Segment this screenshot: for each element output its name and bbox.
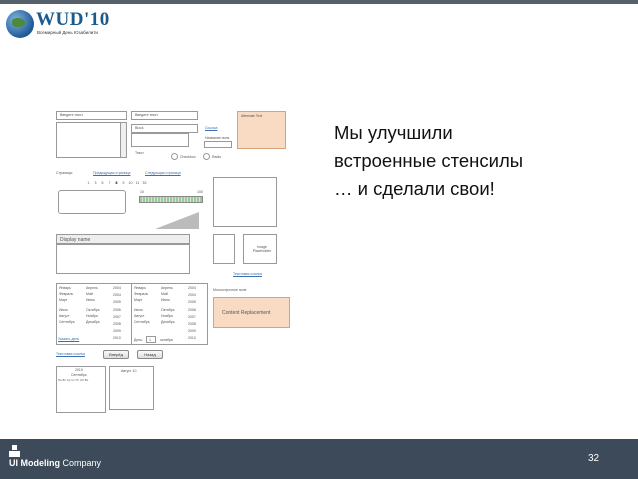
month-item[interactable]: Май — [161, 292, 168, 296]
folder-shape — [213, 177, 277, 227]
year-item[interactable]: 2007 — [113, 315, 121, 319]
top-border — [0, 0, 638, 4]
text-link[interactable]: Текстовая ссылка — [233, 272, 262, 276]
year-item[interactable]: 2005 — [188, 300, 196, 304]
month-item[interactable]: Сентябрь — [134, 320, 150, 324]
month-item[interactable]: Июль — [59, 308, 68, 312]
field-input[interactable] — [204, 141, 232, 148]
next-page-link[interactable]: Следующая страница — [145, 171, 181, 175]
month-item[interactable]: Июнь — [86, 298, 95, 302]
range-slider[interactable] — [139, 196, 203, 203]
month-item[interactable]: Октябрь — [86, 308, 100, 312]
dropdown-list[interactable] — [131, 133, 189, 147]
checkbox-label: Checkbox — [180, 155, 196, 159]
alternate-text-box: Alternate Text — [237, 111, 286, 149]
month-item[interactable]: Август — [59, 314, 70, 318]
text-link-2[interactable]: Текстовая ссылка — [56, 352, 85, 356]
year-item[interactable]: 2009 — [113, 329, 121, 333]
year-item[interactable]: 2005 — [113, 300, 121, 304]
calendar-1[interactable]: 2010 Сентябрь Пн Вт Ср Чт Пт Сб Вс — [56, 366, 106, 413]
slider-min: 10 — [140, 190, 144, 194]
dropdown-block[interactable]: Block — [131, 124, 198, 133]
headline-line-3: … и сделали свои! — [334, 178, 495, 199]
month-item[interactable]: Апрель — [161, 286, 173, 290]
month-item[interactable]: Март — [59, 298, 67, 302]
month-item[interactable]: Апрель — [86, 286, 98, 290]
month-item[interactable]: Декабрь — [86, 320, 100, 324]
page-numbers[interactable]: 1 3 5 7 8 9 10 11 33 — [85, 181, 148, 185]
listbox[interactable] — [56, 244, 190, 274]
text-input-2[interactable]: Введите текст — [131, 111, 198, 120]
calendar-2[interactable]: Август 10 — [109, 366, 154, 410]
year-item[interactable]: 2010 — [188, 336, 196, 340]
headline: Мы улучшили встроенные стенсилы … и сдел… — [334, 119, 594, 203]
logo-title: WUD'10 — [36, 9, 110, 30]
month-item[interactable]: Февраль — [59, 292, 73, 296]
day-input[interactable]: 1 — [146, 336, 156, 343]
slider-max: 100 — [197, 190, 203, 194]
year-item[interactable]: 2009 — [188, 329, 196, 333]
month-item[interactable]: Август — [134, 314, 145, 318]
radio-label: Radio — [212, 155, 222, 159]
month-item[interactable]: Май — [86, 292, 93, 296]
radio-control[interactable] — [203, 153, 210, 160]
multiline-label: Многострочное поле — [213, 288, 247, 292]
year-item[interactable]: 2006 — [113, 308, 121, 312]
month-item[interactable]: Январь — [134, 286, 146, 290]
headline-line-2: встроенные стенсилы — [334, 150, 524, 171]
company-logo-icon — [9, 445, 23, 457]
prev-page-link[interactable]: Предыдущая страница — [93, 171, 130, 175]
year-item[interactable]: 2008 — [188, 322, 196, 326]
year-item[interactable]: 2006 — [188, 308, 196, 312]
day-label: День: — [134, 338, 144, 342]
set-day-link[interactable]: Указать день — [58, 337, 79, 341]
month-item[interactable]: Ноябрь — [161, 314, 173, 318]
month-item[interactable]: Сентябрь — [59, 320, 75, 324]
image-placeholder: Image Placeholder — [243, 234, 277, 264]
month-item[interactable]: Март — [134, 298, 142, 302]
year-item[interactable]: 2007 — [188, 315, 196, 319]
callout-bubble — [58, 190, 126, 214]
field-name-label: Название поля — [205, 136, 230, 140]
month-item[interactable]: Октябрь — [161, 308, 175, 312]
year-item[interactable]: 2004 — [188, 286, 196, 290]
company-name: UI Modeling Company — [9, 458, 102, 468]
content-replacement: Content Replacement — [213, 297, 290, 328]
globe-icon — [6, 10, 34, 38]
pagination-label: Страница: — [56, 171, 73, 175]
radio-text: Текст — [135, 151, 144, 155]
volume-triangle — [155, 212, 199, 229]
next-button[interactable]: Вперёд — [103, 350, 129, 359]
wud-logo: WUD'10 Всемирный День Юзабилити — [6, 9, 116, 39]
month-item[interactable]: Июль — [134, 308, 143, 312]
listbox-header: Display name — [56, 234, 190, 244]
month-item[interactable]: Июнь — [161, 298, 170, 302]
year-item[interactable]: 2010 — [113, 336, 121, 340]
back-button[interactable]: Назад — [137, 350, 163, 359]
small-panel — [213, 234, 235, 264]
month-item[interactable]: Февраль — [134, 292, 148, 296]
year-item[interactable]: 2004 — [113, 286, 121, 290]
checkbox-control[interactable] — [171, 153, 178, 160]
year-item[interactable]: 2008 — [113, 322, 121, 326]
month-select[interactable]: октября — [160, 338, 173, 342]
text-input-1[interactable]: Введите текст — [56, 111, 127, 120]
textarea-1[interactable] — [56, 122, 127, 158]
logo-subtitle: Всемирный День Юзабилити — [37, 30, 98, 35]
month-item[interactable]: Январь — [59, 286, 71, 290]
month-item[interactable]: Ноябрь — [86, 314, 98, 318]
page-number: 32 — [588, 453, 600, 464]
month-item[interactable]: Декабрь — [161, 320, 175, 324]
year-item[interactable]: 2004 — [188, 293, 196, 297]
link-ssylka[interactable]: Ссылка — [205, 126, 217, 130]
year-item[interactable]: 2004 — [113, 293, 121, 297]
scrollbar[interactable] — [120, 122, 127, 158]
headline-line-1: Мы улучшили — [334, 122, 453, 143]
